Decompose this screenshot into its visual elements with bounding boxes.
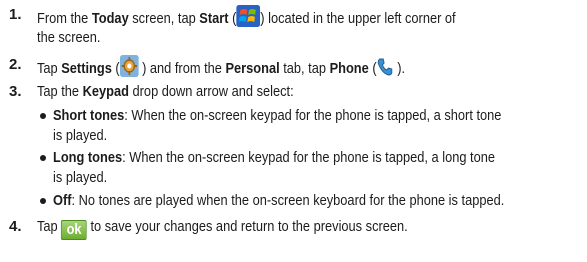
option-long-tones-line-2: is played. — [53, 169, 108, 186]
bullet-long-tones — [40, 155, 46, 161]
option-off-line: Off: No tones are played when the on-scr… — [53, 192, 505, 209]
start-term: Start — [199, 10, 229, 27]
phone-handset-icon — [377, 57, 394, 82]
windows-start-icon — [236, 5, 261, 32]
phone-term: Phone — [329, 60, 369, 77]
short-tones-term: Short tones — [53, 107, 125, 124]
step-2-line: Tap Settings ( ) and from the Personal t… — [37, 55, 405, 82]
option-short-tones-line-1: Short tones: When the on-screen keypad f… — [53, 107, 502, 124]
step-2-number: 2. — [9, 56, 22, 73]
option-long-tones-line-1: Long tones: When the on-screen keypad fo… — [53, 149, 496, 166]
step-4-line: Tap ok to save your changes and return t… — [37, 218, 408, 240]
off-term: Off — [53, 192, 72, 209]
step-4-number: 4. — [9, 218, 22, 235]
step-3-line: Tap the Keypad drop down arrow and selec… — [37, 83, 294, 100]
step-3-number: 3. — [9, 83, 22, 100]
instruction-document: 1. From the Today screen, tap Start ( ) … — [0, 0, 587, 262]
option-short-tones-line-2: is played. — [53, 127, 108, 144]
personal-term: Personal — [225, 60, 280, 77]
settings-icon — [119, 55, 139, 82]
bullet-off — [40, 198, 46, 204]
step-1-number: 1. — [9, 6, 22, 23]
settings-term: Settings — [61, 60, 112, 77]
step-1-line-2: the screen. — [37, 29, 101, 46]
keypad-term: Keypad — [82, 83, 129, 100]
today-term: Today — [91, 10, 129, 27]
bullet-short-tones — [40, 113, 46, 119]
ok-button: ok — [61, 220, 87, 240]
long-tones-term: Long tones — [53, 149, 123, 166]
